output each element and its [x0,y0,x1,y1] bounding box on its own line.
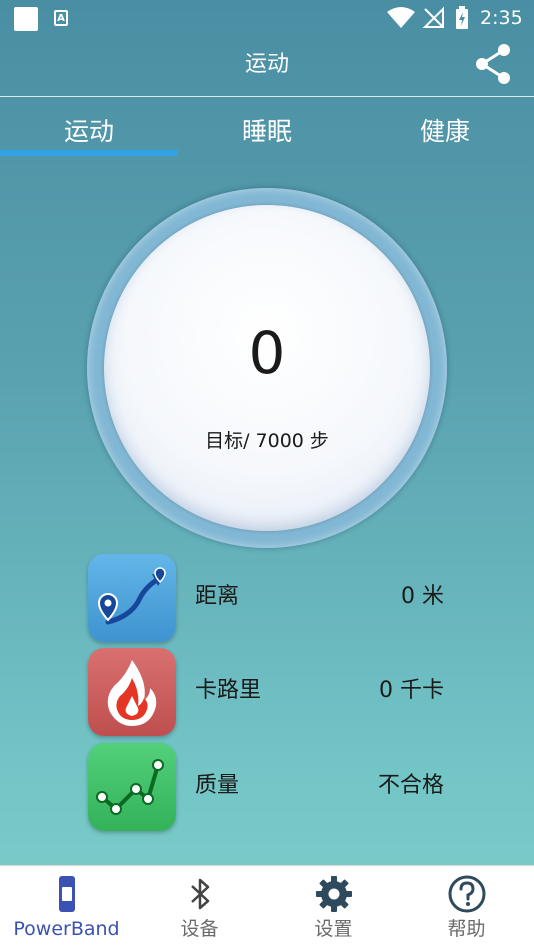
clock-time: 2:35 [480,7,523,29]
nav-help-label: 帮助 [447,918,486,940]
trend-chart-icon [88,743,176,831]
no-signal-icon [422,6,444,28]
tab-sleep[interactable]: 睡眠 [178,108,356,158]
nav-powerband[interactable]: PowerBand [0,866,133,950]
nav-device[interactable]: 设备 [133,866,266,950]
stat-row-calories: 卡路里 0 千卡 [88,648,448,736]
flame-icon [88,648,176,736]
page-title: 运动 [244,52,289,77]
wifi-icon [387,7,415,28]
title-bar: 运动 [0,36,534,97]
stat-row-quality: 质量 不合格 [88,743,448,831]
keyboard-a-icon: A [54,10,68,26]
status-bar: A 2:35 [0,0,534,36]
nav-powerband-label: PowerBand [13,918,120,940]
route-icon [88,554,176,642]
nav-device-label: 设备 [180,918,219,940]
gear-icon [316,876,352,912]
battery-charging-icon [456,6,468,29]
quality-value: 不合格 [377,773,444,798]
stat-row-distance: 距离 0 米 [88,554,448,642]
step-count: 0 [248,319,286,387]
nav-settings[interactable]: 设置 [267,866,400,950]
distance-label: 距离 [195,584,240,609]
distance-value: 0 米 [401,584,444,609]
share-icon[interactable] [472,42,516,86]
tab-indicator [0,150,178,156]
nav-help[interactable]: 帮助 [400,866,533,950]
step-goal: 目标/ 7000 步 [205,430,329,452]
bluetooth-icon [191,878,210,910]
quality-label: 质量 [195,773,240,798]
nav-settings-label: 设置 [314,918,353,940]
bottom-nav: PowerBand 设备 设置 帮助 [0,865,534,950]
calories-value: 0 千卡 [379,678,444,703]
help-icon [448,875,486,913]
calories-label: 卡路里 [195,678,262,703]
tab-health[interactable]: 健康 [356,108,534,158]
notification-square-icon [14,7,38,31]
band-icon [59,876,75,912]
